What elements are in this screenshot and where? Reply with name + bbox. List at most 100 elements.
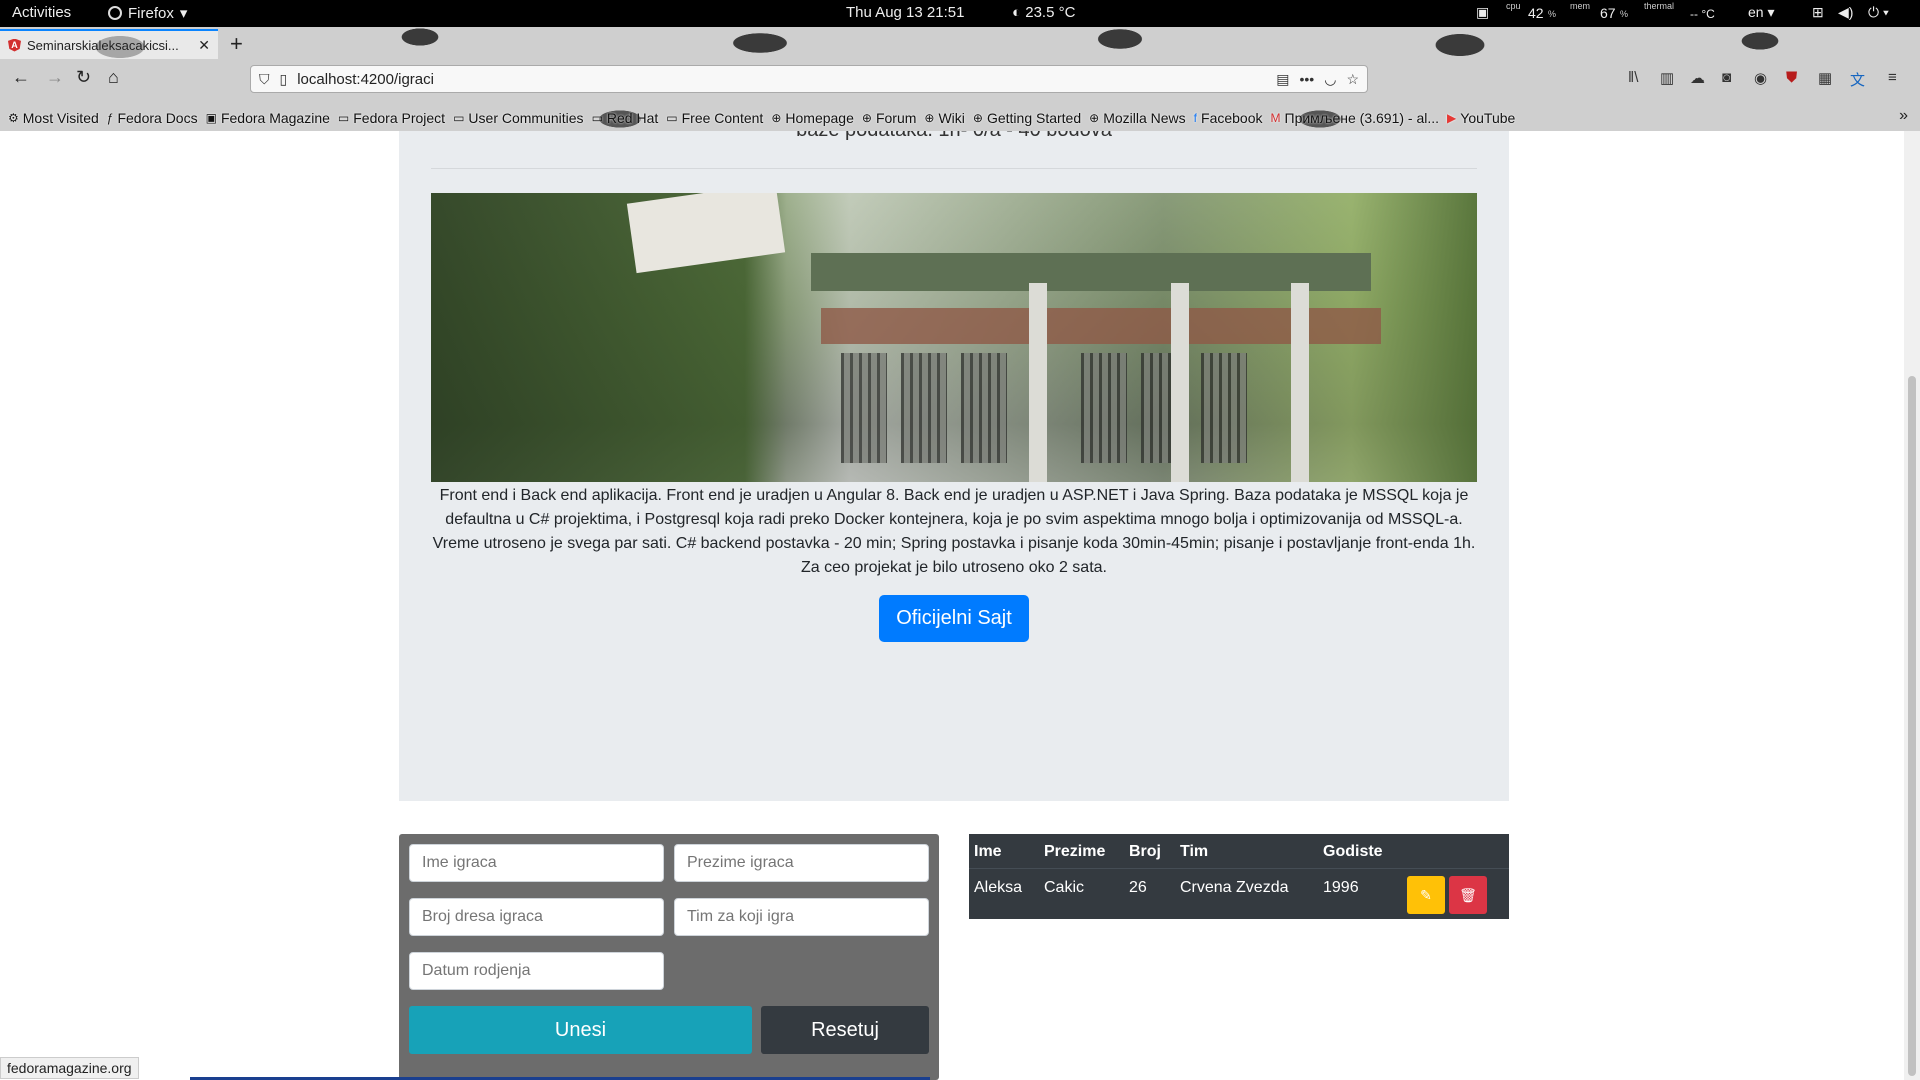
folder-icon: ▭: [666, 111, 678, 125]
bookmark-user-communities[interactable]: ▭ User Communities: [453, 110, 583, 126]
url-text[interactable]: localhost:4200/igraci: [297, 71, 434, 88]
bookmarks-overflow-icon[interactable]: »: [1899, 107, 1908, 125]
reload-icon[interactable]: ↻: [76, 67, 91, 88]
home-icon[interactable]: ⌂: [108, 67, 119, 88]
jersey-number-input[interactable]: [409, 898, 664, 936]
extension-cloud-icon[interactable]: ☁: [1690, 69, 1705, 87]
forward-icon[interactable]: →: [46, 67, 64, 88]
bookmark-label: Getting Started: [986, 110, 1082, 126]
app-menu[interactable]: Firefox ▾: [108, 4, 187, 22]
bookmark-fedora-docs[interactable]: ƒ Fedora Docs: [107, 110, 198, 126]
browser-tab[interactable]: A Seminarskialeksacakicsi... ✕: [0, 29, 218, 59]
globe-icon: ⊕: [771, 111, 782, 125]
column-header-prezime: Prezime: [1044, 843, 1106, 860]
divider: [431, 168, 1477, 169]
power-icon[interactable]: ⏻ ▾: [1868, 4, 1889, 21]
trash-icon: 🗑: [1459, 886, 1477, 903]
close-icon[interactable]: ✕: [198, 37, 210, 54]
more-actions-icon[interactable]: •••: [1300, 71, 1315, 87]
volume-icon[interactable]: ◀): [1838, 4, 1853, 21]
language-indicator[interactable]: en ▾: [1748, 4, 1775, 21]
extension-mask-icon[interactable]: ◙: [1722, 69, 1731, 86]
bookmark-youtube[interactable]: ▶ YouTube: [1447, 110, 1515, 126]
photo-detail: [1081, 353, 1127, 463]
bookmark-wiki[interactable]: ⊕ Wiki: [924, 110, 965, 126]
bookmark-label: Forum: [875, 110, 917, 126]
shield-icon[interactable]: ⛉: [259, 71, 270, 88]
bookmark-fedora-project[interactable]: ▭ Fedora Project: [338, 110, 445, 126]
app-name: Firefox: [128, 4, 174, 22]
edit-button[interactable]: ✎: [1407, 876, 1445, 914]
url-bar[interactable]: ⛉ ▯ localhost:4200/igraci ▤ ••• ◡ ☆: [250, 65, 1368, 93]
globe-icon: ⊕: [972, 111, 983, 125]
photo-detail: [1201, 353, 1247, 463]
monitor-icon: ▣: [1476, 4, 1490, 20]
bookmark-most-visited[interactable]: ⚙ Most Visited: [8, 110, 99, 126]
reader-view-icon[interactable]: ▤: [1276, 71, 1289, 88]
weather-indicator[interactable]: ◐ 23.5 °C: [1012, 4, 1075, 21]
new-tab-button[interactable]: +: [230, 31, 243, 57]
table-cell: Crvena Zvezda: [1180, 879, 1289, 896]
thermal-value: -- °C: [1690, 7, 1715, 21]
cpu-value: 42: [1528, 5, 1544, 21]
sidebar-icon[interactable]: ▥: [1660, 69, 1674, 87]
bookmark-free-content[interactable]: ▭ Free Content: [666, 110, 763, 126]
last-name-input[interactable]: [674, 844, 929, 882]
bookmark-label: Red Hat: [606, 110, 659, 126]
menu-icon[interactable]: ≡: [1888, 69, 1897, 86]
clock[interactable]: Thu Aug 13 21:51: [846, 4, 964, 21]
page-icon: ▯: [279, 70, 288, 87]
language-code: en: [1748, 4, 1764, 20]
page-scrollbar[interactable]: [1904, 131, 1920, 1080]
jumbotron: baze podataka. 1h- 0/a - 40 bodova Front…: [399, 131, 1509, 801]
network-icon[interactable]: ⊞: [1812, 4, 1824, 21]
browser-chrome: A Seminarskialeksacakicsi... ✕ + ← → ↻ ⌂…: [0, 27, 1920, 131]
ublock-icon[interactable]: ⛊: [1786, 69, 1797, 86]
globe-icon: ⊕: [1089, 111, 1100, 125]
bookmark-facebook[interactable]: f Facebook: [1194, 110, 1263, 126]
bookmark-red-hat[interactable]: ▭ Red Hat: [592, 110, 659, 126]
bookmark-label: Most Visited: [22, 110, 99, 126]
back-icon[interactable]: ←: [12, 67, 30, 88]
folder-icon: ▭: [453, 111, 465, 125]
youtube-icon: ▶: [1447, 111, 1457, 125]
photo-detail: [961, 353, 1007, 463]
bookmark-mozilla-news[interactable]: ⊕ Mozilla News: [1089, 110, 1186, 126]
column-header-broj: Broj: [1129, 843, 1161, 860]
bookmark-getting-started[interactable]: ⊕ Getting Started: [973, 110, 1081, 126]
bookmark-fedora-magazine[interactable]: ▣ Fedora Magazine: [206, 110, 330, 126]
bookmark-gmail[interactable]: M Примљене (3.691) - al...: [1271, 110, 1440, 126]
photo-detail: [1029, 283, 1047, 482]
bookmark-star-icon[interactable]: ☆: [1346, 71, 1359, 88]
extension-grid-icon[interactable]: ▦: [1818, 69, 1832, 87]
table-cell: 26: [1129, 879, 1147, 896]
delete-button[interactable]: 🗑: [1449, 876, 1487, 914]
reset-button[interactable]: Resetuj: [761, 1006, 929, 1054]
moon-icon: ◐: [1012, 4, 1026, 21]
bookmark-forum[interactable]: ⊕ Forum: [862, 110, 917, 126]
team-input[interactable]: [674, 898, 929, 936]
players-table: Ime Prezime Broj Tim Godiste Aleksa Caki…: [969, 834, 1509, 919]
bookmark-label: Facebook: [1201, 110, 1263, 126]
bookmark-label: User Communities: [468, 110, 584, 126]
activities-button[interactable]: Activities: [12, 4, 71, 21]
submit-button[interactable]: Unesi: [409, 1006, 752, 1054]
translate-icon[interactable]: 文: [1850, 69, 1865, 90]
pocket-icon[interactable]: ◡: [1324, 71, 1336, 88]
scrollbar-thumb[interactable]: [1908, 376, 1916, 1076]
first-name-input[interactable]: [409, 844, 664, 882]
thermal-label: thermal: [1644, 1, 1675, 11]
table-cell: Cakic: [1044, 879, 1085, 896]
photo-detail: [1291, 283, 1309, 482]
bookmark-homepage[interactable]: ⊕ Homepage: [771, 110, 854, 126]
bookmark-label: Free Content: [681, 110, 764, 126]
page-viewport: baze podataka. 1h- 0/a - 40 bodova Front…: [0, 131, 1904, 1080]
birth-date-input[interactable]: [409, 952, 664, 990]
bookmark-label: Примљене (3.691) - al...: [1284, 110, 1440, 126]
official-site-button[interactable]: Oficijelni Sajt: [879, 595, 1029, 642]
table-cell: 1996: [1323, 879, 1359, 896]
photo-sign: [626, 193, 786, 274]
bookmark-label: Fedora Project: [353, 110, 446, 126]
extension-github-icon[interactable]: ◉: [1754, 69, 1767, 87]
library-icon[interactable]: ‖\: [1628, 69, 1638, 86]
